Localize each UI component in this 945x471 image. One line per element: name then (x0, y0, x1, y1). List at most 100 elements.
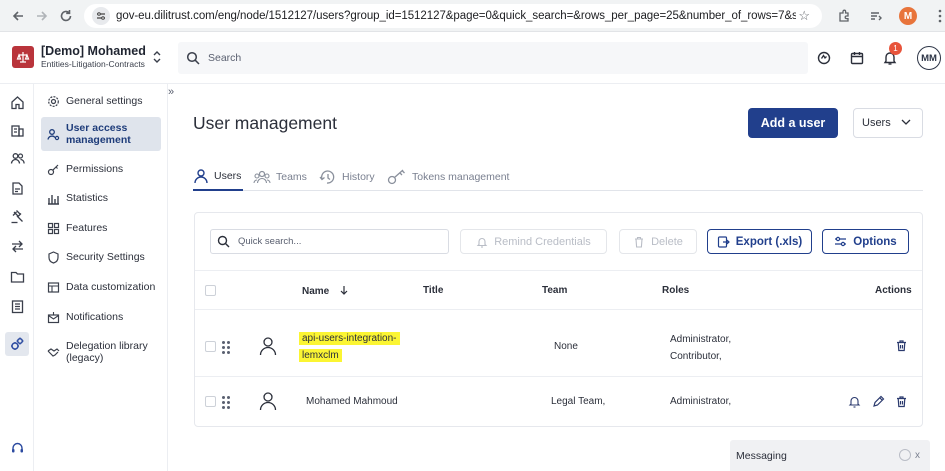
trash-icon (633, 236, 645, 248)
delete-button[interactable]: Delete (619, 229, 697, 254)
select-all-checkbox[interactable] (205, 285, 216, 296)
sort-arrow-down-icon[interactable] (340, 285, 348, 298)
sidebar-item-label: Features (66, 222, 108, 234)
tab-teams[interactable]: Teams (253, 163, 307, 191)
user-avatar-icon (259, 336, 277, 359)
tab-tokens-management[interactable]: Tokens management (387, 163, 509, 191)
home-icon[interactable] (5, 90, 29, 114)
team-icon (253, 169, 271, 185)
tab-users[interactable]: Users (193, 163, 243, 191)
settings-sidebar: General settings User access management … (34, 84, 168, 471)
settings-gears-icon[interactable] (5, 332, 29, 356)
bell-icon (476, 236, 488, 248)
table-header: Name Title Team Roles Actions (195, 270, 922, 310)
user-avatar-icon (259, 391, 277, 414)
messaging-widget[interactable]: Messaging x (730, 440, 930, 471)
table-row[interactable]: Mohamed Mahmoud Legal Team, Administrato… (195, 378, 922, 423)
row-checkbox[interactable] (205, 341, 216, 352)
options-button[interactable]: Options (822, 229, 909, 254)
entities-building-icon[interactable] (5, 118, 29, 142)
add-user-button[interactable]: Add a user (748, 108, 838, 138)
sidebar-item-notifications[interactable]: Notifications (41, 308, 161, 326)
users-dropdown[interactable]: Users (853, 108, 923, 138)
workspace-switch-chevron-icon[interactable] (152, 50, 162, 67)
delete-label: Delete (651, 235, 683, 248)
close-messaging-button[interactable]: x (915, 450, 920, 461)
litigation-gavel-icon[interactable] (5, 204, 29, 228)
remind-credentials-button[interactable]: Remind Credentials (460, 229, 607, 254)
extensions-icon[interactable] (832, 4, 856, 28)
export-label: Export (.xls) (735, 235, 803, 248)
sidebar-item-general-settings[interactable]: General settings (41, 92, 161, 110)
document-edit-icon[interactable] (5, 176, 29, 200)
drag-handle-icon[interactable] (222, 341, 232, 354)
drag-handle-icon[interactable] (222, 396, 232, 409)
row-checkbox[interactable] (205, 396, 216, 407)
reading-list-icon[interactable] (864, 4, 888, 28)
folder-icon[interactable] (5, 264, 29, 288)
workspace-subtitle: Entities-Litigation-Contracts (41, 59, 145, 69)
calendar-icon[interactable] (845, 46, 869, 70)
address-bar[interactable]: gov-eu.dilitrust.com/eng/node/1512127/us… (84, 4, 822, 28)
column-header-roles[interactable]: Roles (662, 285, 689, 296)
column-header-team[interactable]: Team (542, 285, 567, 296)
grid-icon (46, 221, 60, 235)
workspace-name[interactable]: [Demo] Mohamed (41, 44, 146, 58)
sidebar-item-label: Security Settings (66, 251, 145, 263)
reload-icon[interactable] (54, 4, 78, 28)
browser-menu-icon[interactable] (928, 4, 945, 28)
sidebar-item-user-access-management[interactable]: User access management (41, 117, 161, 151)
support-headset-icon[interactable] (5, 436, 29, 460)
column-header-actions: Actions (875, 285, 912, 296)
remind-user-bell-icon[interactable] (848, 395, 861, 411)
url-text[interactable]: gov-eu.dilitrust.com/eng/node/1512127/us… (116, 10, 796, 22)
sidebar-item-permissions[interactable]: Permissions (41, 160, 161, 178)
sidebar-item-delegation-library[interactable]: Delegation library (legacy) (41, 337, 161, 367)
tab-bar: Users Teams History Tokens management (193, 163, 923, 191)
module-rail (0, 84, 34, 471)
sidebar-item-statistics[interactable]: Statistics (41, 189, 161, 207)
table-row[interactable]: api-users-integration- lemxclm None Admi… (195, 317, 922, 377)
export-xls-button[interactable]: Export (.xls) (707, 229, 812, 254)
users-table-card: Quick search... Remind Credentials Delet… (194, 212, 923, 427)
sidebar-item-data-customization[interactable]: Data customization (41, 278, 161, 296)
collapse-sidebar-icon[interactable]: » (168, 86, 174, 98)
edit-user-pencil-icon[interactable] (872, 395, 885, 411)
delete-user-trash-icon[interactable] (895, 395, 908, 411)
profile-avatar[interactable]: M (896, 4, 920, 28)
column-header-name[interactable]: Name (302, 285, 348, 298)
user-gear-icon (46, 127, 60, 141)
column-header-title[interactable]: Title (423, 285, 443, 296)
register-book-icon[interactable] (5, 294, 29, 318)
global-search-input[interactable]: Search (178, 42, 808, 74)
sidebar-item-label: General settings (66, 95, 143, 107)
people-icon[interactable] (5, 146, 29, 170)
export-file-icon (717, 235, 730, 248)
status-circle-icon (899, 449, 911, 461)
bookmark-star-icon[interactable]: ☆ (798, 8, 810, 24)
user-team: None (554, 341, 578, 352)
role-item: Contributor, (670, 351, 722, 362)
bar-chart-icon (46, 191, 60, 205)
ai-assistant-icon[interactable] (812, 46, 836, 70)
sidebar-item-label: Statistics (66, 192, 109, 204)
sidebar-item-features[interactable]: Features (41, 219, 161, 237)
quick-search-input[interactable]: Quick search... (210, 229, 449, 254)
user-avatar[interactable]: MM (917, 46, 941, 70)
sidebar-item-security-settings[interactable]: Security Settings (41, 248, 161, 266)
transfer-arrows-icon[interactable] (5, 234, 29, 258)
forward-arrow-icon[interactable] (30, 4, 54, 28)
back-arrow-icon[interactable] (6, 4, 30, 28)
delete-user-trash-icon[interactable] (895, 339, 908, 355)
tab-label: Users (214, 170, 242, 182)
messaging-label: Messaging (736, 449, 787, 462)
user-roles: Administrator, Contributor, (670, 331, 731, 365)
user-name[interactable]: api-users-integration- lemxclm (299, 330, 400, 364)
tab-history[interactable]: History (319, 163, 375, 191)
user-name[interactable]: Mohamed Mahmoud (306, 396, 398, 407)
chevron-down-icon (901, 117, 911, 129)
dilitrust-logo-icon[interactable] (12, 46, 34, 68)
browser-toolbar: gov-eu.dilitrust.com/eng/node/1512127/us… (0, 0, 945, 32)
notifications-bell-icon[interactable]: 1 (878, 42, 902, 70)
site-settings-icon[interactable] (92, 7, 110, 25)
